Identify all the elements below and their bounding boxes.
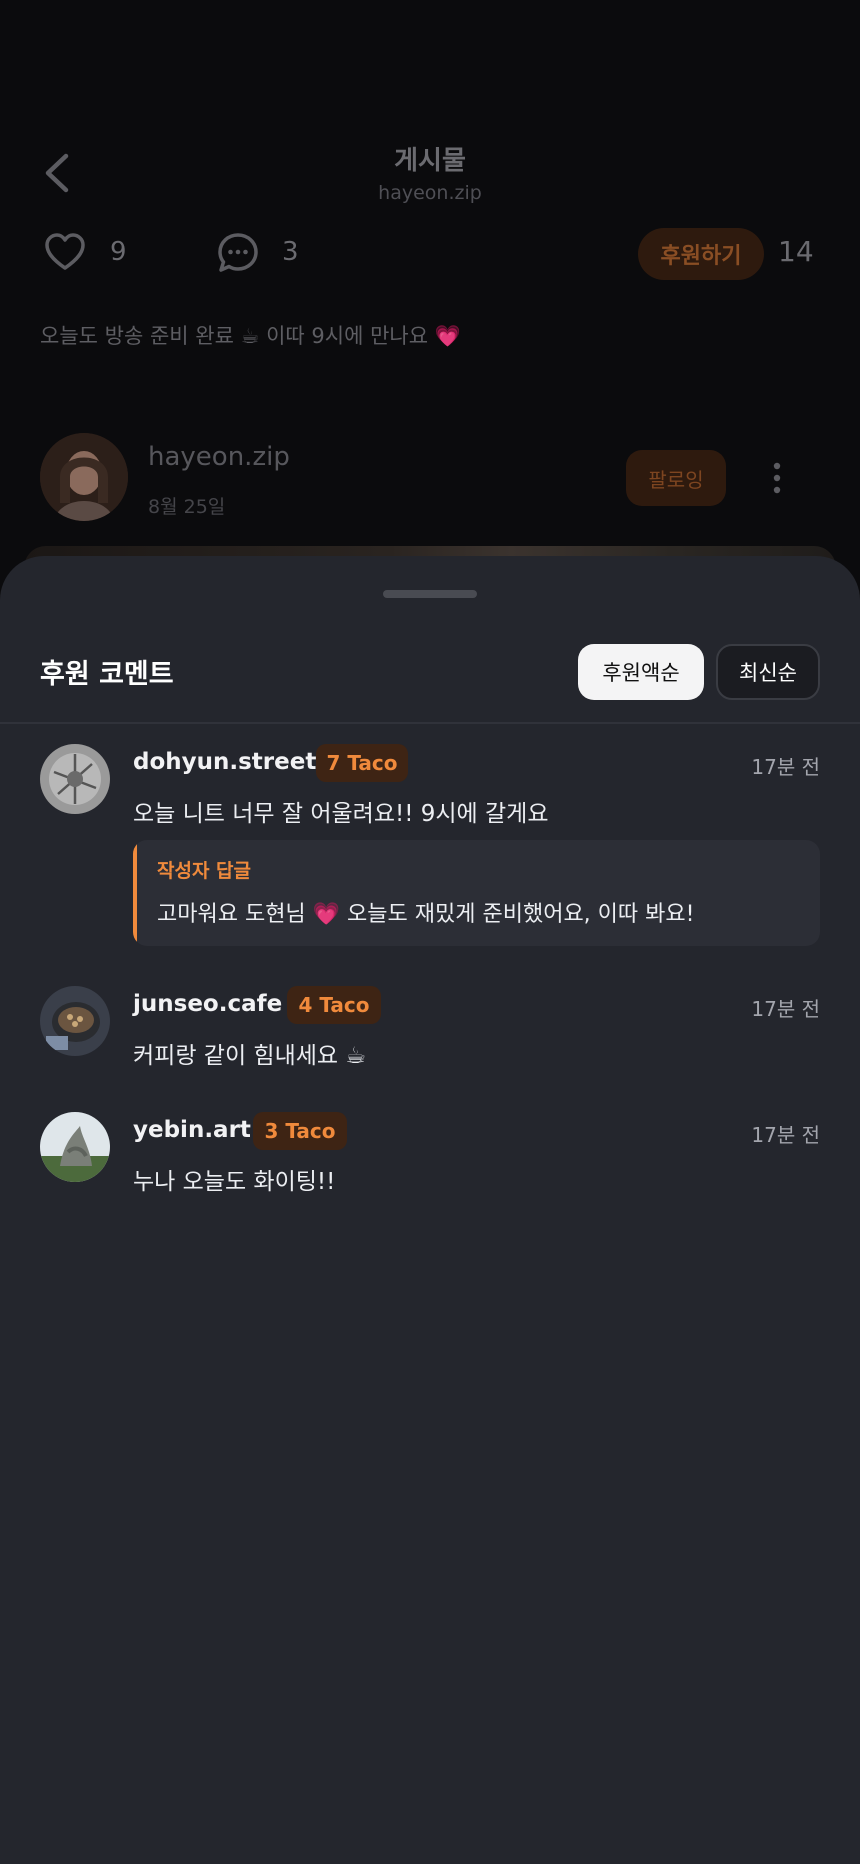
avatar-photo xyxy=(40,1112,110,1182)
avatar[interactable] xyxy=(40,1112,110,1182)
more-vertical-icon[interactable] xyxy=(770,460,784,496)
comment-username[interactable]: dohyun.street xyxy=(133,749,316,775)
heart-icon[interactable] xyxy=(44,232,86,272)
avatar-photo xyxy=(40,744,110,814)
reply-text: 고마워요 도현님 💗 오늘도 재밌게 준비했어요, 이따 봐요! xyxy=(157,902,695,927)
donate-button[interactable]: 후원하기 xyxy=(638,228,764,280)
reply-label: 작성자 답글 xyxy=(157,860,252,882)
comment-time: 17분 전 xyxy=(751,997,820,1021)
divider xyxy=(0,722,860,724)
author-reply: 작성자 답글 고마워요 도현님 💗 오늘도 재밌게 준비했어요, 이따 봐요! xyxy=(133,840,820,946)
comment-text: 누나 오늘도 화이팅!! xyxy=(133,1169,336,1195)
author-photo xyxy=(40,433,128,521)
like-count: 9 xyxy=(110,237,127,267)
comment-text: 커피랑 같이 힘내세요 ☕ xyxy=(133,1043,366,1069)
post-view-backdrop: 게시물 hayeon.zip 9 3 후원하기 14 오늘도 방송 준비 완료 … xyxy=(0,0,860,640)
comment-time: 17분 전 xyxy=(751,755,820,779)
following-button[interactable]: 팔로잉 xyxy=(626,450,726,506)
donation-comments-sheet: 후원 코멘트 후원액순 최신순 dohyun.street 7 Taco 17분… xyxy=(0,556,860,1864)
post-caption: 오늘도 방송 준비 완료 ☕ 이따 9시에 만나요 💗 xyxy=(40,324,461,348)
taco-badge: 7 Taco xyxy=(316,744,408,782)
page-title: 게시물 xyxy=(394,146,466,176)
sheet-title: 후원 코멘트 xyxy=(40,659,174,690)
page-subtitle: hayeon.zip xyxy=(378,182,482,204)
comment-username[interactable]: yebin.art xyxy=(133,1117,251,1143)
author-name[interactable]: hayeon.zip xyxy=(148,442,290,472)
avatar[interactable] xyxy=(40,986,110,1056)
taco-badge: 3 Taco xyxy=(253,1112,347,1150)
taco-badge: 4 Taco xyxy=(287,986,381,1024)
post-date: 8월 25일 xyxy=(148,496,226,518)
comment-text: 오늘 니트 너무 잘 어울려요!! 9시에 갈게요 xyxy=(133,801,549,827)
avatar[interactable] xyxy=(40,433,128,521)
comment-icon[interactable] xyxy=(216,231,260,275)
sheet-drag-handle[interactable] xyxy=(383,590,477,598)
avatar[interactable] xyxy=(40,744,110,814)
comment-count: 3 xyxy=(282,237,299,267)
comment-username[interactable]: junseo.cafe xyxy=(133,991,282,1017)
donate-count: 14 xyxy=(778,235,814,268)
sort-by-amount-button[interactable]: 후원액순 xyxy=(578,644,704,700)
comment-time: 17분 전 xyxy=(751,1123,820,1147)
avatar-photo xyxy=(40,986,110,1056)
sort-by-latest-button[interactable]: 최신순 xyxy=(716,644,820,700)
reply-accent-bar xyxy=(133,840,137,946)
